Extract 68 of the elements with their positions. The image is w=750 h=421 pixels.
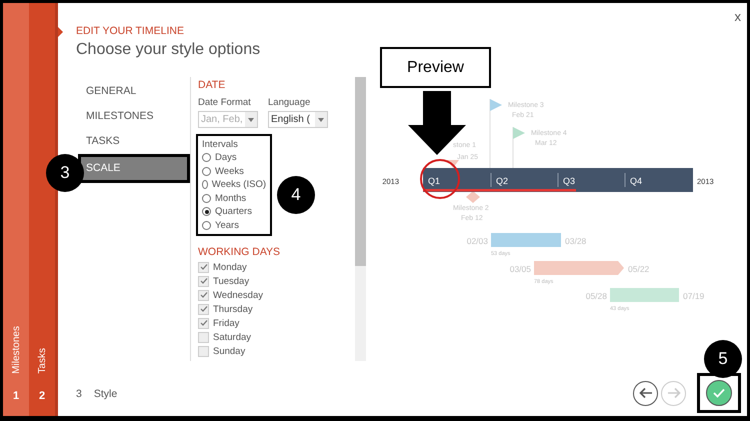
step-label: Tasks [36, 348, 48, 374]
close-button[interactable]: x [734, 9, 741, 24]
checkbox-option[interactable]: Sunday [198, 345, 352, 357]
section-heading: DATE [198, 79, 226, 91]
step-number: 3 [76, 388, 82, 400]
step-badge: 4 [277, 176, 315, 214]
checkbox-option[interactable]: Tuesday [198, 275, 352, 287]
scrollbar[interactable] [355, 77, 366, 361]
section-heading: WORKING DAYS [198, 246, 282, 258]
task-end-date: 05/22 [628, 264, 650, 274]
checkbox-option[interactable]: Saturday [198, 331, 352, 343]
quarter-label: Q1 [428, 176, 440, 186]
checkbox-option[interactable]: Wednesday [198, 289, 352, 301]
highlight-circle [420, 159, 460, 199]
eyebrow-title: EDIT YOUR TIMELINE [76, 25, 185, 37]
step-number: 1 [12, 390, 20, 402]
field-label: Date Format [198, 97, 252, 108]
option-label: Tuesday [213, 276, 250, 286]
caret-icon [318, 118, 324, 122]
checkbox-option[interactable]: Friday [198, 317, 352, 329]
step-badge: 5 [704, 340, 742, 378]
checkmark-icon [712, 387, 726, 399]
page-title: Choose your style options [76, 41, 262, 59]
option-label: Quarters [215, 206, 252, 218]
language-dropdown[interactable]: English ( [268, 111, 328, 128]
task-start-date: 03/05 [510, 264, 531, 274]
task-start-date: 02/03 [466, 236, 488, 246]
option-label: Months [215, 192, 246, 204]
nav-item[interactable]: TASKS [78, 132, 190, 150]
quarter-label: Q4 [630, 176, 642, 186]
option-label: Monday [213, 262, 247, 272]
nav-item[interactable]: SCALE [78, 154, 190, 183]
preview-callout: Preview [380, 47, 491, 88]
radio-option[interactable]: Days [202, 152, 266, 164]
radio-option[interactable]: Months [202, 192, 266, 204]
step-label: Style [94, 388, 118, 400]
group-label: Intervals [202, 139, 239, 150]
checkbox-option[interactable]: Monday [198, 261, 352, 273]
radio-option[interactable]: Weeks [202, 166, 266, 177]
option-label: Years [215, 220, 239, 231]
option-label: Sunday [213, 346, 246, 356]
option-label: Wednesday [213, 290, 263, 300]
scroll-thumb[interactable] [355, 77, 366, 266]
task-end-date: 07/19 [683, 291, 704, 301]
quarter-label: Q2 [496, 176, 508, 186]
back-button[interactable] [633, 380, 658, 406]
pointer-icon [58, 27, 63, 37]
caret-icon [248, 118, 254, 122]
option-label: Thursday [213, 304, 253, 314]
left-arrow-icon [638, 387, 652, 399]
option-label: Weeks [215, 166, 244, 177]
nav-item[interactable]: GENERAL [78, 82, 190, 100]
finish-button[interactable] [706, 380, 732, 406]
option-label: Days [215, 152, 237, 164]
checkbox-option[interactable]: Thursday [198, 303, 352, 315]
step-tab[interactable]: Tasks 2 [29, 3, 55, 416]
field-label: Language [268, 97, 312, 108]
right-arrow-icon [666, 387, 680, 399]
task-end-date: 03/28 [565, 236, 586, 246]
quarter-label: Q3 [563, 176, 576, 186]
radio-option[interactable]: Quarters [202, 206, 266, 218]
task-start-date: 05/28 [586, 291, 607, 301]
nav-item[interactable]: MILESTONES [78, 107, 190, 125]
option-label: Saturday [213, 332, 252, 342]
radio-option[interactable]: Years [202, 220, 266, 231]
step-number: 2 [38, 390, 46, 402]
step-label: Milestones [10, 326, 22, 374]
option-label: Friday [213, 318, 240, 328]
